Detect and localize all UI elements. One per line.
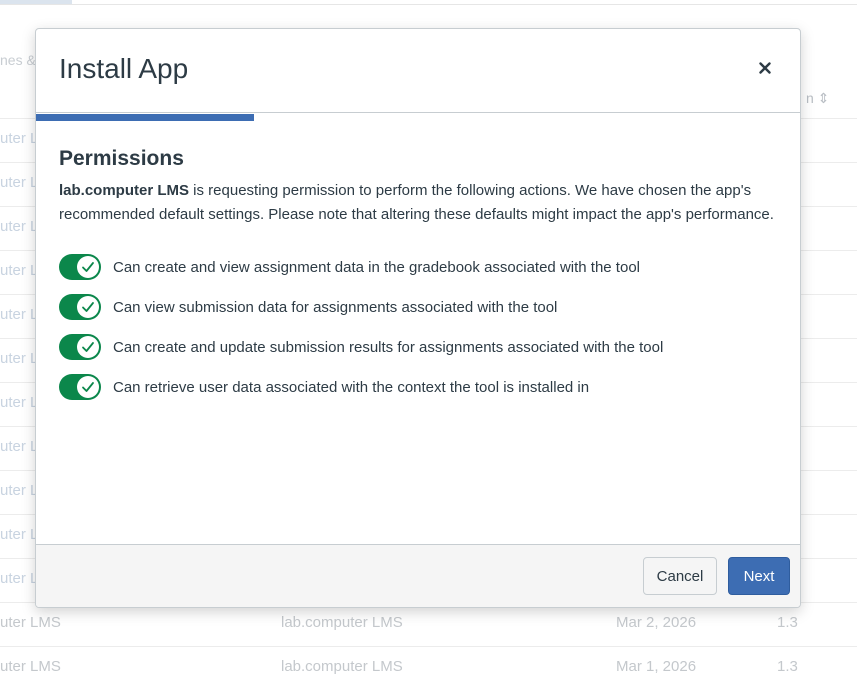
toggle-knob: [77, 376, 99, 398]
developer-cell: lab.computer LMS: [281, 614, 403, 631]
permissions-description: lab.computer LMS is requesting permissio…: [59, 179, 779, 227]
background-cell-fragment: uter L: [0, 174, 39, 191]
cancel-button[interactable]: Cancel: [643, 557, 717, 595]
app-name: lab.computer LMS: [59, 182, 190, 199]
permission-item: Can view submission data for assignments…: [59, 287, 779, 327]
background-cell-fragment: uter L: [0, 526, 39, 543]
permission-label: Can view submission data for assignments…: [113, 298, 558, 316]
background-column-fragment: n ⇕: [806, 90, 830, 106]
background-cell-fragment: uter L: [0, 570, 39, 587]
developer-cell: lab.computer LMS: [281, 658, 403, 675]
date-cell: Mar 2, 2026: [616, 614, 697, 631]
toggle-knob: [77, 256, 99, 278]
permission-toggle[interactable]: [59, 254, 101, 280]
background-cell-fragment: uter L: [0, 262, 39, 279]
background-cell-fragment: uter L: [0, 482, 39, 499]
table-row[interactable]: uter LMS lab.computer LMS Mar 1, 2026 1.…: [0, 658, 857, 680]
close-icon: [759, 62, 771, 74]
check-icon: [82, 342, 94, 352]
app-name-cell: uter LMS: [0, 658, 61, 675]
background-row-divider: [0, 646, 857, 647]
permission-item: Can retrieve user data associated with t…: [59, 367, 779, 407]
permissions-heading: Permissions: [59, 147, 184, 170]
permission-item: Can create and view assignment data in t…: [59, 247, 779, 287]
background-cell-fragment: uter L: [0, 306, 39, 323]
check-icon: [82, 262, 94, 272]
background-cell-fragment: uter L: [0, 438, 39, 455]
permissions-list: Can create and view assignment data in t…: [59, 247, 779, 407]
background-cell-fragment: uter L: [0, 350, 39, 367]
table-row[interactable]: uter LMS lab.computer LMS Mar 2, 2026 1.…: [0, 614, 857, 636]
background-divider: [0, 4, 857, 5]
check-icon: [82, 302, 94, 312]
modal-footer: Cancel Next: [36, 544, 800, 607]
version-cell: 1.3: [777, 614, 798, 631]
modal-title: Install App: [59, 53, 189, 84]
version-cell: 1.3: [777, 658, 798, 675]
progress-bar: [36, 114, 800, 121]
permission-toggle[interactable]: [59, 334, 101, 360]
toggle-knob: [77, 296, 99, 318]
app-name-cell: uter LMS: [0, 614, 61, 631]
permission-label: Can create and update submission results…: [113, 338, 664, 356]
date-cell: Mar 1, 2026: [616, 658, 697, 675]
background-header-fragment: nes &: [0, 52, 36, 68]
modal-header: Install App: [36, 29, 800, 113]
progress-bar-fill: [36, 114, 254, 121]
check-icon: [82, 382, 94, 392]
permission-label: Can retrieve user data associated with t…: [113, 378, 590, 396]
background-cell-fragment: uter L: [0, 218, 39, 235]
permission-toggle[interactable]: [59, 374, 101, 400]
toggle-knob: [77, 336, 99, 358]
permission-label: Can create and view assignment data in t…: [113, 258, 640, 276]
permission-toggle[interactable]: [59, 294, 101, 320]
permission-item: Can create and update submission results…: [59, 327, 779, 367]
close-button[interactable]: [752, 55, 778, 81]
modal-body: Permissions lab.computer LMS is requesti…: [59, 147, 779, 407]
next-button[interactable]: Next: [728, 557, 790, 595]
background-cell-fragment: uter L: [0, 394, 39, 411]
background-cell-fragment: uter L: [0, 130, 39, 147]
install-app-modal: Install App Permissions lab.computer LMS…: [35, 28, 801, 608]
